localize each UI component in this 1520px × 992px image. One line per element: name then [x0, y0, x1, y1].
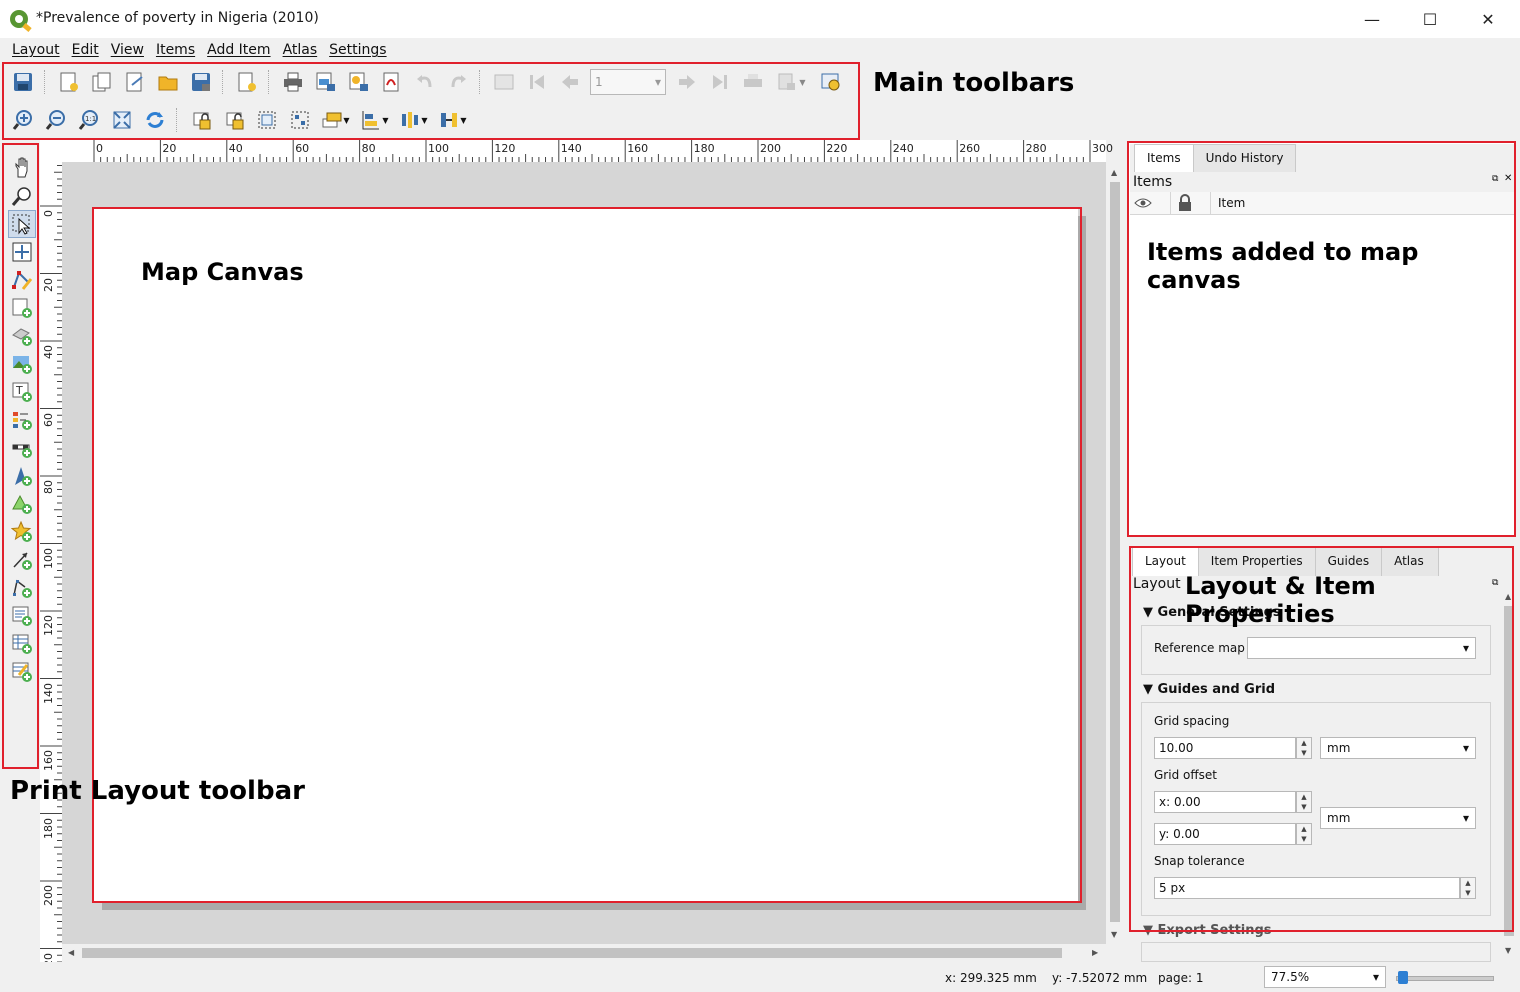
ruler-left-label: 60 — [42, 412, 55, 427]
window-title: *Prevalence of poverty in Nigeria (2010) — [36, 10, 319, 26]
zoom-slider-track — [1396, 976, 1494, 981]
page-readout: page: 1 — [1158, 971, 1204, 985]
ruler-left-label: 140 — [42, 682, 55, 704]
ruler-left-label: 200 — [42, 885, 55, 906]
map-canvas-annotation: Map Canvas — [141, 258, 304, 286]
zoom-slider[interactable] — [1396, 971, 1494, 984]
vertical-scrollbar[interactable]: ▲ ▼ — [1106, 162, 1124, 944]
scroll-down-icon[interactable]: ▼ — [1111, 930, 1117, 939]
close-button[interactable]: ✕ — [1466, 4, 1510, 34]
horizontal-ruler: 0 20 40 60 80 100 120 140 160 180 200 220 240 260 280 3… — [62, 140, 1113, 163]
items-added-annotation: Items added to map canvas — [1147, 238, 1419, 294]
menu-layout[interactable]: Layout — [12, 42, 60, 58]
vertical-ruler: 020406080100120140160180200220 — [40, 162, 63, 974]
ruler-top-label: 160 — [627, 142, 649, 155]
ruler-left-label: 40 — [42, 345, 55, 359]
scroll-right-icon[interactable]: ▶ — [1092, 948, 1098, 957]
ruler-top-label: 300 — [1092, 142, 1113, 155]
ruler-top-label: 220 — [826, 142, 848, 155]
horizontal-scroll-thumb[interactable] — [82, 948, 1062, 958]
title-bar: *Prevalence of poverty in Nigeria (2010)… — [0, 0, 1520, 38]
main-toolbars-annotation: Main toolbars — [873, 68, 1075, 98]
vertical-scroll-thumb[interactable] — [1110, 182, 1120, 922]
maximize-button[interactable]: ☐ — [1408, 4, 1452, 34]
print-layout-toolbar-annotation: Print Layout toolbar — [10, 776, 305, 806]
ruler-top-label: 120 — [494, 142, 516, 155]
scroll-down-icon[interactable]: ▼ — [1505, 946, 1511, 955]
menu-edit[interactable]: Edit — [72, 42, 99, 58]
horizontal-ruler-ticks — [93, 140, 1091, 162]
menu-settings[interactable]: Settings — [329, 42, 386, 58]
qgis-logo-icon — [10, 10, 32, 32]
export-settings-group — [1141, 942, 1491, 962]
ruler-corner — [40, 140, 62, 162]
ruler-left-label: 180 — [42, 817, 55, 839]
ruler-left-label: 20 — [42, 277, 55, 292]
menu-add-item[interactable]: Add Item — [207, 42, 270, 58]
ruler-top-label: 60 — [295, 142, 310, 155]
scroll-left-icon[interactable]: ◀ — [68, 948, 74, 957]
horizontal-scrollbar[interactable]: ◀ ▶ — [62, 944, 1106, 962]
ruler-top-label: 100 — [428, 142, 449, 155]
ruler-top-label: 260 — [959, 142, 981, 155]
ruler-top-label: 240 — [892, 142, 914, 155]
layout-item-properties-annotation: Layout & Item Properities — [1185, 572, 1376, 628]
ruler-top-label: 200 — [760, 142, 781, 155]
cursor-x-readout: x: 299.325 mm — [945, 971, 1037, 985]
zoom-level-value: 77.5% — [1271, 970, 1310, 984]
ruler-top-label: 80 — [361, 142, 376, 155]
ruler-top-label: 40 — [228, 142, 243, 155]
menu-view[interactable]: View — [111, 42, 144, 58]
chevron-down-icon: ▾ — [1372, 970, 1379, 984]
scroll-up-icon[interactable]: ▲ — [1111, 168, 1117, 177]
main-toolbars-highlight — [2, 62, 860, 140]
ruler-left-label: 80 — [42, 480, 55, 494]
zoom-slider-handle[interactable] — [1398, 971, 1408, 984]
items-panel-highlight — [1127, 141, 1516, 537]
ruler-left-label: 0 — [42, 210, 55, 217]
menu-bar: Layout Edit View Items Add Item Atlas Se… — [0, 38, 1520, 62]
minimize-button[interactable]: — — [1350, 4, 1394, 34]
cursor-y-readout: y: -7.52072 mm — [1052, 971, 1148, 985]
print-layout-toolbar-highlight — [2, 143, 39, 769]
ruler-top-label: 280 — [1025, 142, 1047, 155]
zoom-level-combo[interactable]: 77.5% ▾ — [1264, 966, 1386, 988]
menu-atlas[interactable]: Atlas — [283, 42, 318, 58]
ruler-top-label: 140 — [560, 142, 582, 155]
ruler-top-label: 0 — [96, 142, 103, 155]
ruler-left-label: 120 — [42, 615, 55, 636]
ruler-top-label: 20 — [162, 142, 177, 155]
ruler-left-label: 100 — [42, 547, 55, 569]
ruler-top-label: 180 — [693, 142, 715, 155]
menu-items[interactable]: Items — [156, 42, 195, 58]
ruler-left-label: 160 — [42, 750, 55, 771]
